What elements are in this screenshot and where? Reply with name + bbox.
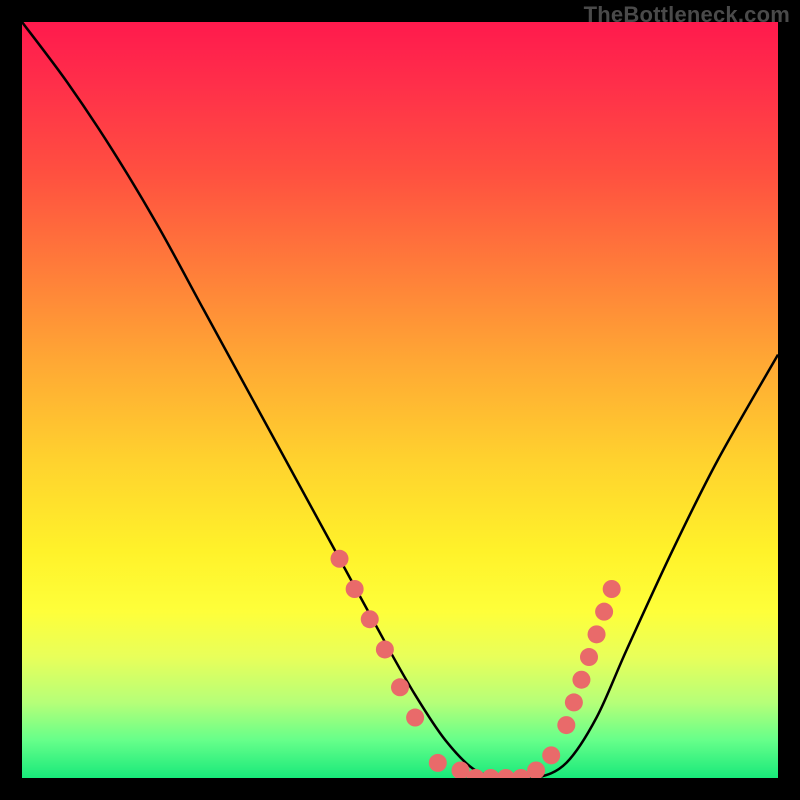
data-point [391, 678, 409, 696]
data-point [565, 693, 583, 711]
bottleneck-curve [22, 22, 778, 778]
data-point [376, 640, 394, 658]
data-point [429, 754, 447, 772]
data-point [542, 746, 560, 764]
data-point [406, 709, 424, 727]
data-point [527, 761, 545, 778]
data-point [603, 580, 621, 598]
data-point [557, 716, 575, 734]
data-point [361, 610, 379, 628]
data-point [572, 671, 590, 689]
data-point [588, 625, 606, 643]
data-point [346, 580, 364, 598]
data-point [580, 648, 598, 666]
data-markers [331, 550, 621, 778]
chart-plot-area [22, 22, 778, 778]
chart-svg [22, 22, 778, 778]
watermark-text: TheBottleneck.com [584, 2, 790, 28]
data-point [595, 603, 613, 621]
data-point [331, 550, 349, 568]
